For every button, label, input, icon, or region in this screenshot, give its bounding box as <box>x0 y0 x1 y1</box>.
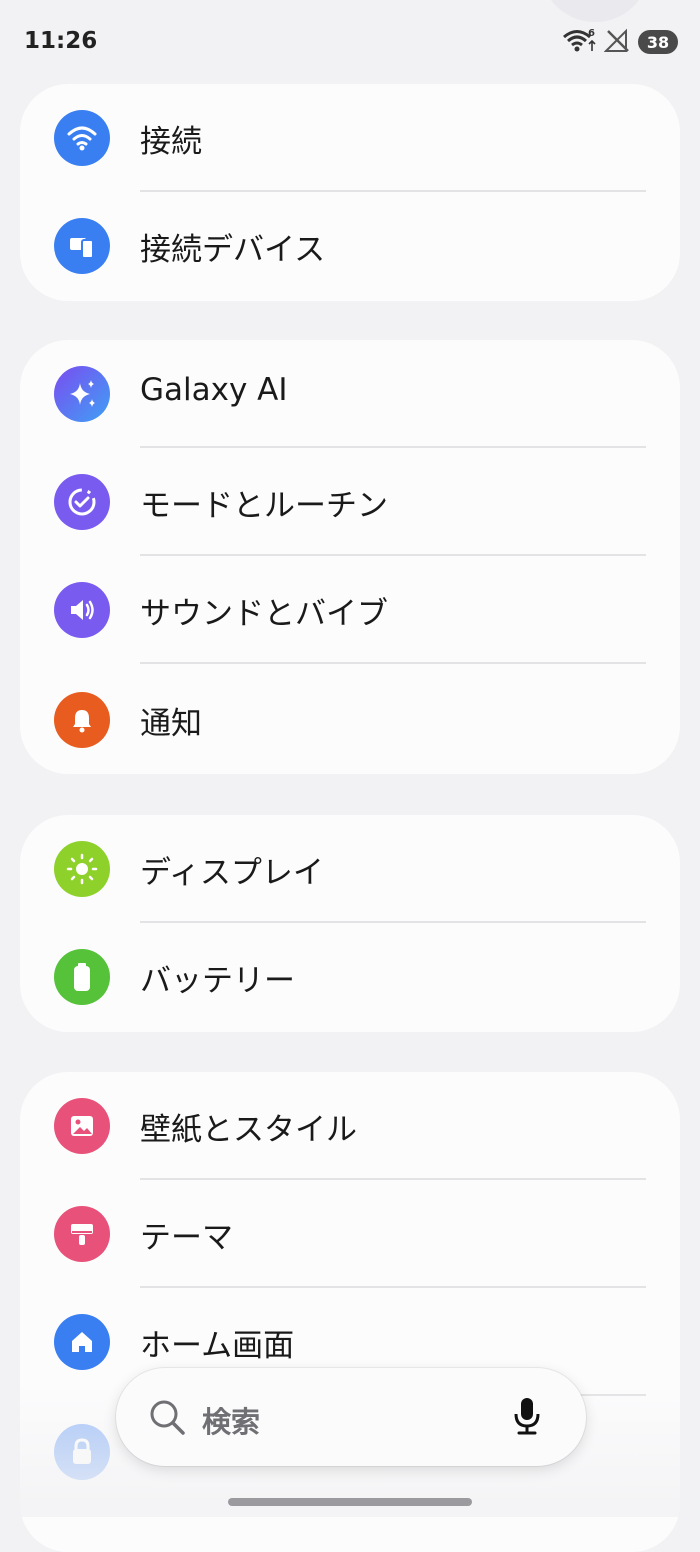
settings-item-galaxy-ai[interactable]: Galaxy AI <box>20 340 680 448</box>
settings-group-connections: 接続 接続デバイス <box>20 84 680 301</box>
wallpaper-icon <box>54 1098 110 1154</box>
theme-brush-icon <box>54 1206 110 1262</box>
bell-icon <box>54 692 110 748</box>
settings-item-connections[interactable]: 接続 <box>20 84 680 192</box>
settings-item-battery[interactable]: バッテリー <box>20 923 680 1031</box>
settings-group-display: ディスプレイ バッテリー <box>20 815 680 1032</box>
microphone-icon[interactable] <box>512 1396 542 1440</box>
settings-item-label: ディスプレイ <box>140 855 324 891</box>
settings-item-label: テーマ <box>140 1220 233 1256</box>
svg-text:6: 6 <box>588 28 595 39</box>
settings-group-features: Galaxy AI モードとルーチン サウンドとバイブ 通知 <box>20 340 680 774</box>
settings-item-label: 接続 <box>140 124 202 160</box>
lock-icon <box>54 1424 110 1480</box>
devices-icon <box>54 218 110 274</box>
no-signal-icon <box>603 27 630 57</box>
wifi-6-status-icon: 6 <box>562 27 596 57</box>
battery-level-icon: 38 <box>638 30 678 54</box>
settings-item-notifications[interactable]: 通知 <box>20 666 680 774</box>
settings-item-label: 接続デバイス <box>140 232 326 268</box>
settings-item-connected-devices[interactable]: 接続デバイス <box>20 192 680 300</box>
search-bar[interactable]: 検索 <box>116 1368 586 1466</box>
galaxy-ai-sparkle-icon <box>54 366 110 422</box>
home-icon <box>54 1314 110 1370</box>
settings-item-sound-vibration[interactable]: サウンドとバイブ <box>20 556 680 664</box>
sound-icon <box>54 582 110 638</box>
settings-item-label: サウンドとバイブ <box>140 596 388 632</box>
home-indicator[interactable] <box>228 1498 472 1506</box>
search-placeholder: 検索 <box>202 1405 261 1439</box>
settings-item-modes-routines[interactable]: モードとルーチン <box>20 448 680 556</box>
settings-item-themes[interactable]: テーマ <box>20 1180 680 1288</box>
settings-item-label: 通知 <box>140 706 202 742</box>
settings-item-label: モードとルーチン <box>140 488 388 524</box>
settings-group-style: 壁紙とスタイル テーマ ホーム画面 <box>20 1072 680 1552</box>
settings-item-label: 壁紙とスタイル <box>140 1112 357 1148</box>
settings-item-label: Galaxy AI <box>140 372 288 408</box>
settings-item-display[interactable]: ディスプレイ <box>20 815 680 923</box>
status-bar: 11:26 6 38 <box>0 0 700 80</box>
status-time: 11:26 <box>24 28 98 54</box>
settings-item-label: ホーム画面 <box>140 1328 295 1364</box>
wifi-icon <box>54 110 110 166</box>
settings-item-label: バッテリー <box>140 963 295 999</box>
search-icon <box>148 1398 186 1440</box>
battery-icon <box>54 949 110 1005</box>
modes-routines-icon <box>54 474 110 530</box>
divider <box>140 662 646 664</box>
status-icons: 6 38 <box>562 28 678 56</box>
sun-icon <box>54 841 110 897</box>
settings-item-wallpaper-style[interactable]: 壁紙とスタイル <box>20 1072 680 1180</box>
